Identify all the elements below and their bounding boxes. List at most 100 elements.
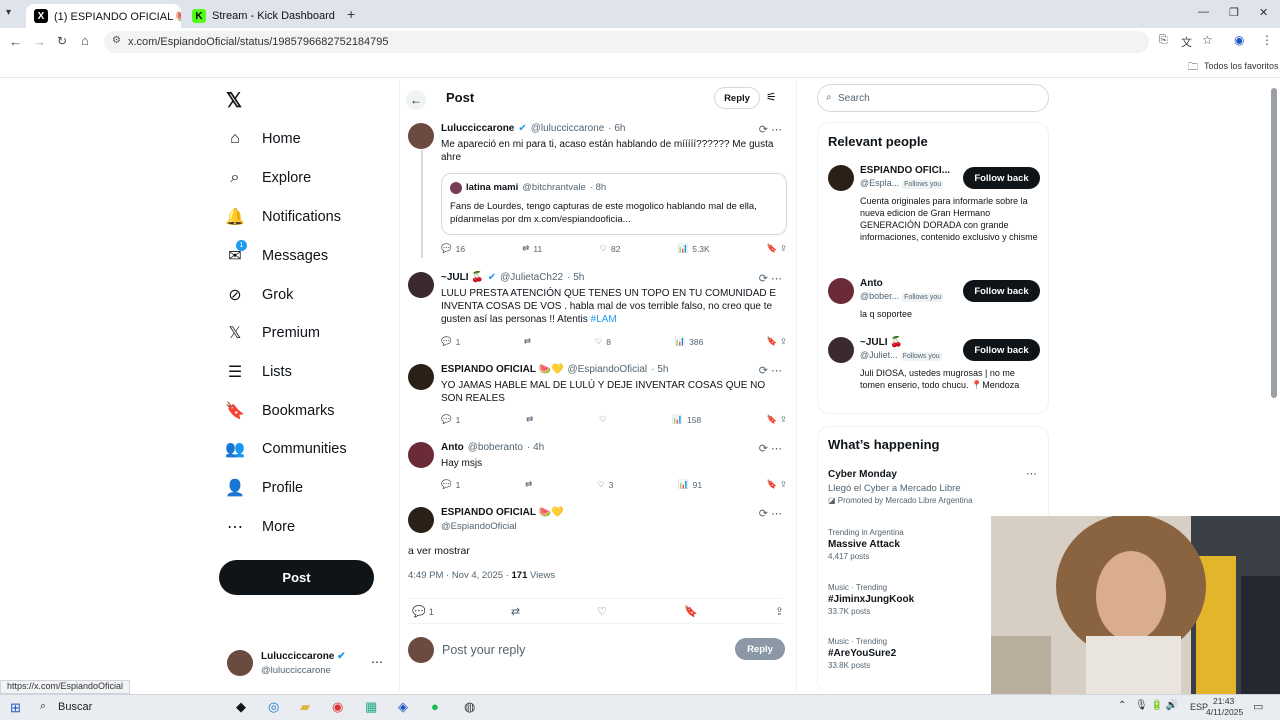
- all-bookmarks-link[interactable]: Todos los favoritos: [1204, 61, 1279, 71]
- chrome-icon[interactable]: ◉: [332, 699, 343, 715]
- views-action[interactable]: 📊 386: [675, 336, 704, 347]
- nav-item-home[interactable]: ⌂ Home: [224, 124, 301, 154]
- taskbar-search[interactable]: Buscar: [58, 701, 92, 713]
- star-icon[interactable]: ☆: [1202, 33, 1213, 47]
- site-info-icon[interactable]: ⚙: [112, 35, 121, 46]
- follow-back-button[interactable]: Follow back: [963, 280, 1040, 302]
- avatar[interactable]: [828, 165, 854, 191]
- search-input[interactable]: ⌕ Search: [817, 84, 1049, 112]
- avatar[interactable]: [408, 272, 434, 298]
- nav-item-messages[interactable]: ✉ 1 Messages: [224, 240, 328, 271]
- views-action[interactable]: 📊 5.3K: [678, 243, 710, 254]
- reply-action[interactable]: 💬 1: [441, 336, 460, 347]
- app-icon[interactable]: ◆: [236, 699, 246, 715]
- nav-item-grok[interactable]: ⊘ Grok: [224, 280, 293, 310]
- forward-icon[interactable]: →: [33, 34, 46, 49]
- back-arrow-icon[interactable]: ←: [406, 90, 426, 110]
- more-icon[interactable]: ⟳ ⋯: [759, 123, 782, 136]
- profile-browser-icon[interactable]: ◉: [1234, 33, 1244, 47]
- scrollbar[interactable]: [1271, 88, 1277, 398]
- like-action[interactable]: ♡ 3: [597, 479, 613, 490]
- repost-action[interactable]: ⇄: [525, 479, 532, 490]
- tab-menu-icon[interactable]: ▾: [6, 7, 11, 18]
- nav-item-communities[interactable]: 👥 Communities: [224, 434, 347, 464]
- tray-chevron-icon[interactable]: ⌃: [1118, 700, 1126, 711]
- like-action[interactable]: ♡ 82: [599, 243, 620, 254]
- edge-icon[interactable]: ◎: [268, 699, 279, 715]
- url-input[interactable]: ⚙ x.com/EspiandoOficial/status/198579668…: [104, 31, 1149, 53]
- promo-trend[interactable]: Cyber Monday Llegó el Cyber a Mercado Li…: [828, 469, 1028, 505]
- nav-item-more[interactable]: ⋯ More: [224, 512, 295, 542]
- reply-action[interactable]: 💬 1: [412, 605, 434, 618]
- bookmark-share-action[interactable]: 🔖 ⇪: [767, 414, 787, 425]
- search-icon[interactable]: ⌕: [40, 700, 46, 713]
- repost-action[interactable]: ⇄: [526, 414, 533, 425]
- back-icon[interactable]: ←: [9, 34, 22, 49]
- new-tab-button[interactable]: +: [347, 6, 355, 22]
- minimize-icon[interactable]: —: [1198, 6, 1209, 18]
- bookmark-share-action[interactable]: 🔖 ⇪: [767, 479, 787, 490]
- maximize-icon[interactable]: ❐: [1229, 6, 1239, 19]
- views-action[interactable]: 📊 158: [672, 414, 701, 425]
- avatar[interactable]: [408, 364, 434, 390]
- nav-item-notifications[interactable]: 🔔 Notifications: [224, 202, 341, 232]
- windows-start-icon[interactable]: ⊞: [10, 700, 21, 716]
- like-action[interactable]: ♡: [597, 605, 607, 618]
- person-espiando[interactable]: ESPIANDO OFICI... @Espla... Follows you F…: [828, 165, 1040, 265]
- avatar[interactable]: [408, 123, 434, 149]
- nav-item-premium[interactable]: 𝕏 Premium: [224, 318, 320, 348]
- more-icon[interactable]: ⟳ ⋯: [759, 507, 782, 520]
- nav-item-profile[interactable]: 👤 Profile: [224, 473, 303, 503]
- folder-icon[interactable]: ▰: [300, 699, 310, 715]
- obs-icon[interactable]: ◍: [464, 699, 475, 715]
- post-button[interactable]: Post: [219, 560, 374, 595]
- bookmark-share-action[interactable]: 🔖 ⇪: [767, 243, 787, 254]
- install-icon[interactable]: ⎘: [1159, 34, 1168, 47]
- tray-icons[interactable]: 🎙 🔋 🔊: [1135, 700, 1178, 711]
- reply-action[interactable]: 💬 16: [441, 243, 465, 254]
- home-browser-icon[interactable]: ⌂: [81, 33, 89, 48]
- bookmark-action[interactable]: 🔖: [684, 605, 698, 618]
- translate-icon[interactable]: 文: [1181, 34, 1192, 50]
- reply-action[interactable]: 💬 1: [441, 414, 460, 425]
- nav-item-lists[interactable]: ☰ Lists: [224, 357, 292, 387]
- reply-action[interactable]: 💬 1: [441, 479, 460, 490]
- avatar[interactable]: [828, 278, 854, 304]
- avatar[interactable]: [408, 442, 434, 468]
- account-name[interactable]: Lulucciccarone ✔: [261, 651, 346, 662]
- like-action[interactable]: ♡ 8: [595, 336, 611, 347]
- app-icon[interactable]: ◈: [398, 699, 408, 715]
- follow-back-button[interactable]: Follow back: [963, 339, 1040, 361]
- spotify-icon[interactable]: ●: [431, 699, 439, 714]
- nav-item-bookmarks[interactable]: 🔖 Bookmarks: [224, 396, 335, 426]
- tab-kick[interactable]: K Stream - Kick Dashboard ✕: [184, 4, 339, 28]
- nav-item-explore[interactable]: ⌕ Explore: [224, 163, 312, 193]
- reload-icon[interactable]: ↻: [57, 34, 67, 48]
- reply-input[interactable]: Post your reply: [442, 643, 525, 657]
- repost-action[interactable]: ⇄ 11: [522, 243, 542, 254]
- account-avatar[interactable]: [227, 650, 253, 676]
- views-action[interactable]: 📊 91: [678, 479, 702, 490]
- quoted-tweet[interactable]: latina mami @bitchrantvale · 8h Fans de Lo…: [441, 173, 787, 235]
- repost-action[interactable]: ⇄: [511, 605, 520, 618]
- more-icon[interactable]: ⟳ ⋯: [759, 442, 782, 455]
- close-window-icon[interactable]: ✕: [1259, 6, 1268, 19]
- tweet-lulucciccarone[interactable]: Lulucciccarone ✔ @lulucciccarone · 6h ⟳ ⋯ …: [408, 123, 788, 263]
- avatar[interactable]: [408, 507, 434, 533]
- store-icon[interactable]: ▦: [365, 699, 377, 715]
- follow-back-button[interactable]: Follow back: [963, 167, 1040, 189]
- avatar[interactable]: [828, 337, 854, 363]
- person-juli[interactable]: ~JULI 🍒 @Juliet... Follows you Follow bac…: [828, 337, 1040, 407]
- hashtag-link[interactable]: #LAM: [591, 314, 617, 325]
- x-logo-icon[interactable]: 𝕏: [226, 88, 242, 113]
- tweet-juli[interactable]: ~JULI 🍒 ✔ @JulietaCh22 · 5h ⟳ ⋯ LULU PREST…: [408, 272, 788, 352]
- header-reply-button[interactable]: Reply: [714, 87, 760, 109]
- bookmark-share-action[interactable]: 🔖 ⇪: [767, 336, 787, 347]
- menu-dots-icon[interactable]: ⋮: [1261, 33, 1273, 47]
- repost-action[interactable]: ⇄: [524, 336, 531, 347]
- reply-submit-button[interactable]: Reply: [735, 638, 785, 660]
- like-action[interactable]: ♡: [599, 414, 607, 425]
- tweet-espiando[interactable]: ESPIANDO OFICIAL 🍉💛 @EspiandoOficial · 5h…: [408, 364, 788, 434]
- person-anto[interactable]: Anto @bober... Follows you Follow back la…: [828, 278, 1040, 323]
- more-icon[interactable]: ⟳ ⋯: [759, 272, 782, 285]
